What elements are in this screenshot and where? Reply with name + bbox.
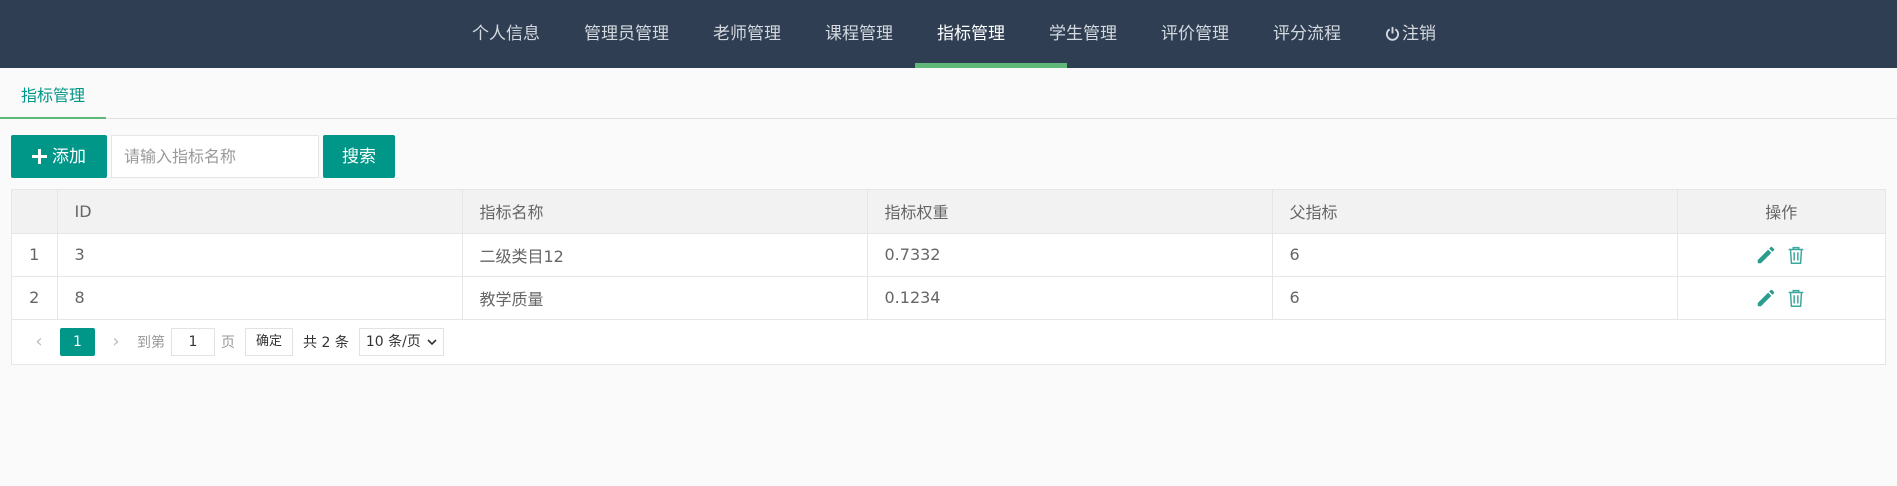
top-navigation: 个人信息 管理员管理 老师管理 课程管理 指标管理 学生管理 评价管理 评分流程… xyxy=(0,0,1897,68)
column-header-actions: 操作 xyxy=(1677,190,1885,234)
next-page-icon[interactable]: › xyxy=(101,331,131,352)
cell-id: 3 xyxy=(57,233,463,277)
nav-item-indicator[interactable]: 指标管理 xyxy=(915,0,1027,68)
cell-parent: 6 xyxy=(1272,233,1678,277)
nav-item-logout[interactable]: 注销 xyxy=(1363,0,1458,68)
table-row[interactable]: 2 8 教学质量 0.1234 6 xyxy=(12,276,1885,320)
tab-bar: 指标管理 xyxy=(0,76,1897,119)
nav-item-student[interactable]: 学生管理 xyxy=(1027,0,1139,68)
pagination: ‹ 1 › 到第 页 确定 共 2 条 10 条/页 xyxy=(12,320,1885,364)
nav-item-admin[interactable]: 管理员管理 xyxy=(562,0,691,68)
nav-item-teacher[interactable]: 老师管理 xyxy=(691,0,803,68)
tab-indicator-management[interactable]: 指标管理 xyxy=(0,76,106,119)
column-header-id[interactable]: ID xyxy=(57,190,463,234)
toolbar: 添加 搜索 xyxy=(11,135,395,178)
delete-icon[interactable] xyxy=(1785,287,1807,309)
goto-confirm-button[interactable]: 确定 xyxy=(245,327,294,356)
nav-menu: 个人信息 管理员管理 老师管理 课程管理 指标管理 学生管理 评价管理 评分流程… xyxy=(450,0,1458,68)
cell-name: 教学质量 xyxy=(462,276,868,320)
column-header-parent[interactable]: 父指标 xyxy=(1272,190,1678,234)
cell-actions xyxy=(1677,276,1885,320)
nav-item-evaluation[interactable]: 评价管理 xyxy=(1139,0,1251,68)
power-icon xyxy=(1385,26,1400,41)
row-index: 2 xyxy=(12,276,58,320)
data-table: ID 指标名称 指标权重 父指标 操作 1 3 二级类目12 0.7332 6 xyxy=(11,189,1886,365)
table-header-row: ID 指标名称 指标权重 父指标 操作 xyxy=(12,190,1885,234)
search-input[interactable] xyxy=(111,135,319,178)
nav-item-scoring-flow[interactable]: 评分流程 xyxy=(1251,0,1363,68)
delete-icon[interactable] xyxy=(1785,244,1807,266)
nav-item-course[interactable]: 课程管理 xyxy=(803,0,915,68)
goto-label: 到第 xyxy=(137,334,165,351)
add-button-label: 添加 xyxy=(52,147,86,166)
column-header-name[interactable]: 指标名称 xyxy=(462,190,868,234)
column-header-weight[interactable]: 指标权重 xyxy=(867,190,1273,234)
prev-page-icon[interactable]: ‹ xyxy=(24,331,54,352)
total-count: 共 2 条 xyxy=(303,334,349,351)
logout-label: 注销 xyxy=(1402,24,1436,44)
cell-weight: 0.7332 xyxy=(867,233,1273,277)
cell-parent: 6 xyxy=(1272,276,1678,320)
edit-icon[interactable] xyxy=(1755,287,1777,309)
cell-weight: 0.1234 xyxy=(867,276,1273,320)
goto-page-input[interactable] xyxy=(171,327,215,356)
table-row[interactable]: 1 3 二级类目12 0.7332 6 xyxy=(12,233,1885,277)
plus-icon xyxy=(32,149,47,164)
edit-icon[interactable] xyxy=(1755,244,1777,266)
cell-name: 二级类目12 xyxy=(462,233,868,277)
cell-actions xyxy=(1677,233,1885,277)
page-size-value: 10 条/页 xyxy=(365,333,421,350)
add-button[interactable]: 添加 xyxy=(11,135,107,178)
chevron-down-icon xyxy=(427,338,437,345)
page-unit-label: 页 xyxy=(221,334,235,351)
cell-id: 8 xyxy=(57,276,463,320)
current-page[interactable]: 1 xyxy=(60,327,95,356)
row-index: 1 xyxy=(12,233,58,277)
column-header-index xyxy=(12,190,58,234)
page-size-select[interactable]: 10 条/页 xyxy=(358,327,444,356)
nav-item-profile[interactable]: 个人信息 xyxy=(450,0,562,68)
nav-hover-underline xyxy=(960,63,1067,68)
search-button[interactable]: 搜索 xyxy=(323,135,395,178)
